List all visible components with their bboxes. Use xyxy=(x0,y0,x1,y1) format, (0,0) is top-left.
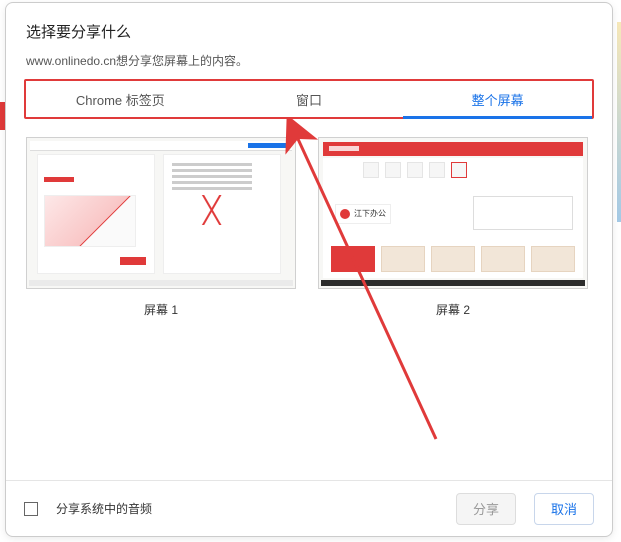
dialog-header: 选择要分享什么 www.onlinedo.cn想分享您屏幕上的内容。 xyxy=(6,3,612,79)
screen-1-thumbnail[interactable] xyxy=(26,137,296,289)
screen-2-thumbnail[interactable] xyxy=(318,137,588,289)
tab-chrome-tabs[interactable]: Chrome 标签页 xyxy=(26,81,215,117)
tabs-container: Chrome 标签页 窗口 整个屏幕 xyxy=(6,79,612,119)
cancel-button[interactable]: 取消 xyxy=(534,493,594,525)
dialog-title: 选择要分享什么 xyxy=(26,21,592,42)
dialog-subtitle: www.onlinedo.cn想分享您屏幕上的内容。 xyxy=(26,52,592,69)
dialog-footer: 分享系统中的音频 分享 取消 xyxy=(6,480,612,536)
screens-content: 屏幕 1 屏幕 2 xyxy=(6,119,612,480)
screen-option-1: 屏幕 1 xyxy=(26,137,296,318)
share-audio-label: 分享系统中的音频 xyxy=(56,500,446,517)
screen-2-label: 屏幕 2 xyxy=(318,301,588,318)
share-audio-checkbox[interactable] xyxy=(24,502,38,516)
screen-option-2: 屏幕 2 xyxy=(318,137,588,318)
right-background-strip xyxy=(617,22,621,222)
screen-thumbnails: 屏幕 1 屏幕 2 xyxy=(26,137,592,318)
screen-1-label: 屏幕 1 xyxy=(26,301,296,318)
tab-window[interactable]: 窗口 xyxy=(215,81,404,117)
tabs-highlight-box: Chrome 标签页 窗口 整个屏幕 xyxy=(24,79,594,119)
tab-entire-screen[interactable]: 整个屏幕 xyxy=(403,81,592,117)
share-button[interactable]: 分享 xyxy=(456,493,516,525)
share-dialog: 选择要分享什么 www.onlinedo.cn想分享您屏幕上的内容。 Chrom… xyxy=(5,2,613,537)
